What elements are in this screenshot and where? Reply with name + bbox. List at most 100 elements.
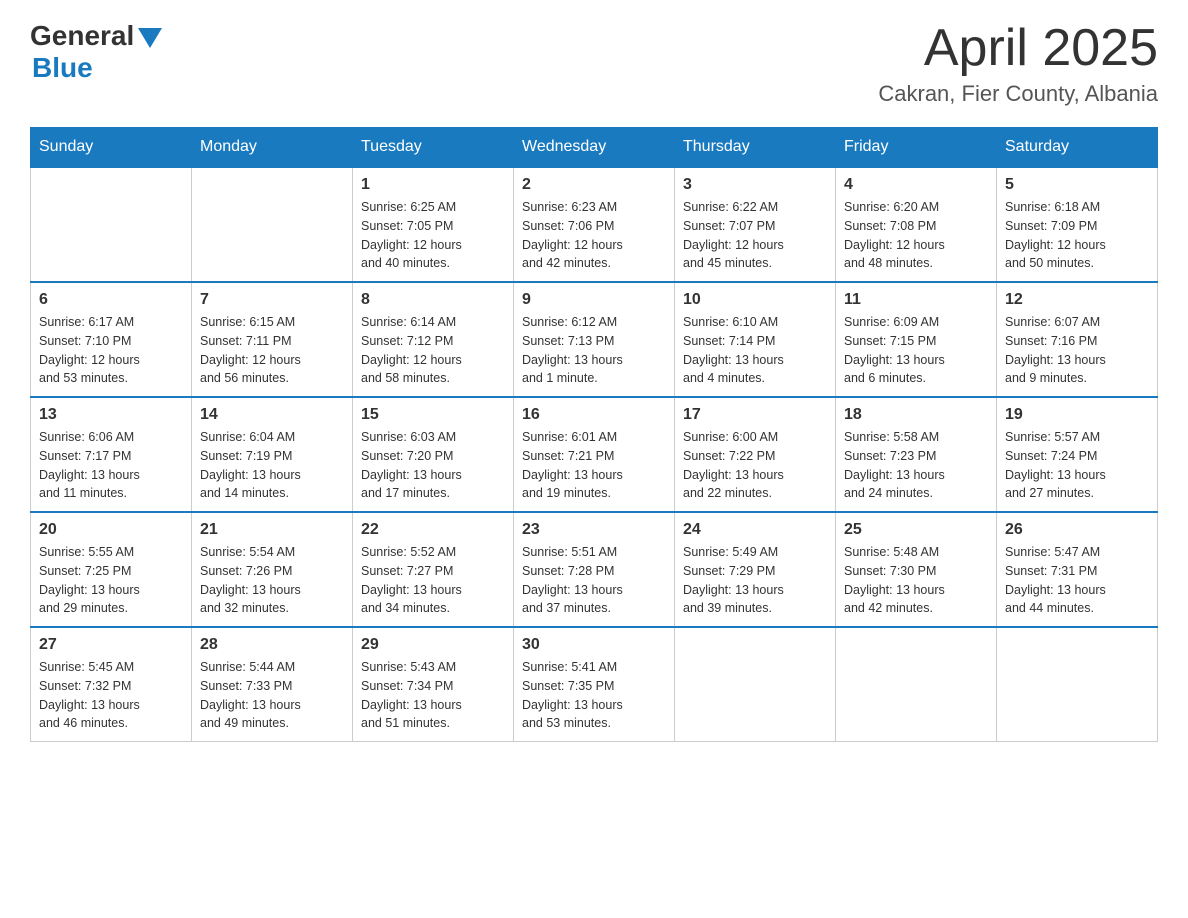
week-row-5: 27 Sunrise: 5:45 AM Sunset: 7:32 PM Dayli… bbox=[31, 627, 1158, 742]
day-number: 19 bbox=[1005, 406, 1149, 424]
day-info: Sunrise: 5:47 AM Sunset: 7:31 PM Dayligh… bbox=[1005, 543, 1149, 618]
page-header: General Blue April 2025 Cakran, Fier Cou… bbox=[30, 20, 1158, 107]
calendar-cell: 9 Sunrise: 6:12 AM Sunset: 7:13 PM Daylig… bbox=[514, 282, 675, 397]
calendar-cell bbox=[31, 167, 192, 282]
day-info: Sunrise: 6:09 AM Sunset: 7:15 PM Dayligh… bbox=[844, 313, 988, 388]
day-info: Sunrise: 6:14 AM Sunset: 7:12 PM Dayligh… bbox=[361, 313, 505, 388]
day-number: 3 bbox=[683, 176, 827, 194]
day-number: 12 bbox=[1005, 291, 1149, 309]
calendar-cell: 14 Sunrise: 6:04 AM Sunset: 7:19 PM Dayli… bbox=[192, 397, 353, 512]
day-info: Sunrise: 6:03 AM Sunset: 7:20 PM Dayligh… bbox=[361, 428, 505, 503]
calendar-cell: 13 Sunrise: 6:06 AM Sunset: 7:17 PM Dayli… bbox=[31, 397, 192, 512]
logo-triangle-icon bbox=[138, 28, 162, 48]
day-number: 25 bbox=[844, 521, 988, 539]
day-number: 15 bbox=[361, 406, 505, 424]
calendar-cell: 27 Sunrise: 5:45 AM Sunset: 7:32 PM Dayli… bbox=[31, 627, 192, 742]
day-info: Sunrise: 5:55 AM Sunset: 7:25 PM Dayligh… bbox=[39, 543, 183, 618]
day-info: Sunrise: 5:52 AM Sunset: 7:27 PM Dayligh… bbox=[361, 543, 505, 618]
day-number: 7 bbox=[200, 291, 344, 309]
column-header-monday: Monday bbox=[192, 128, 353, 168]
calendar-cell: 22 Sunrise: 5:52 AM Sunset: 7:27 PM Dayli… bbox=[353, 512, 514, 627]
day-number: 6 bbox=[39, 291, 183, 309]
calendar-cell: 26 Sunrise: 5:47 AM Sunset: 7:31 PM Dayli… bbox=[997, 512, 1158, 627]
calendar-cell: 3 Sunrise: 6:22 AM Sunset: 7:07 PM Daylig… bbox=[675, 167, 836, 282]
day-info: Sunrise: 6:18 AM Sunset: 7:09 PM Dayligh… bbox=[1005, 198, 1149, 273]
day-number: 29 bbox=[361, 636, 505, 654]
calendar-header-row: SundayMondayTuesdayWednesdayThursdayFrid… bbox=[31, 128, 1158, 168]
day-number: 16 bbox=[522, 406, 666, 424]
day-info: Sunrise: 6:01 AM Sunset: 7:21 PM Dayligh… bbox=[522, 428, 666, 503]
day-number: 11 bbox=[844, 291, 988, 309]
day-info: Sunrise: 5:51 AM Sunset: 7:28 PM Dayligh… bbox=[522, 543, 666, 618]
title-section: April 2025 Cakran, Fier County, Albania bbox=[878, 20, 1158, 107]
day-number: 9 bbox=[522, 291, 666, 309]
day-info: Sunrise: 5:44 AM Sunset: 7:33 PM Dayligh… bbox=[200, 658, 344, 733]
day-info: Sunrise: 6:25 AM Sunset: 7:05 PM Dayligh… bbox=[361, 198, 505, 273]
week-row-3: 13 Sunrise: 6:06 AM Sunset: 7:17 PM Dayli… bbox=[31, 397, 1158, 512]
calendar-cell bbox=[997, 627, 1158, 742]
day-number: 27 bbox=[39, 636, 183, 654]
day-info: Sunrise: 6:23 AM Sunset: 7:06 PM Dayligh… bbox=[522, 198, 666, 273]
day-info: Sunrise: 5:43 AM Sunset: 7:34 PM Dayligh… bbox=[361, 658, 505, 733]
day-info: Sunrise: 5:45 AM Sunset: 7:32 PM Dayligh… bbox=[39, 658, 183, 733]
calendar-cell bbox=[192, 167, 353, 282]
day-number: 17 bbox=[683, 406, 827, 424]
day-number: 1 bbox=[361, 176, 505, 194]
day-number: 18 bbox=[844, 406, 988, 424]
calendar-cell: 5 Sunrise: 6:18 AM Sunset: 7:09 PM Daylig… bbox=[997, 167, 1158, 282]
day-info: Sunrise: 6:10 AM Sunset: 7:14 PM Dayligh… bbox=[683, 313, 827, 388]
calendar-cell: 1 Sunrise: 6:25 AM Sunset: 7:05 PM Daylig… bbox=[353, 167, 514, 282]
day-number: 20 bbox=[39, 521, 183, 539]
day-number: 14 bbox=[200, 406, 344, 424]
calendar-cell: 8 Sunrise: 6:14 AM Sunset: 7:12 PM Daylig… bbox=[353, 282, 514, 397]
calendar-cell: 7 Sunrise: 6:15 AM Sunset: 7:11 PM Daylig… bbox=[192, 282, 353, 397]
calendar-cell bbox=[675, 627, 836, 742]
column-header-tuesday: Tuesday bbox=[353, 128, 514, 168]
day-info: Sunrise: 6:22 AM Sunset: 7:07 PM Dayligh… bbox=[683, 198, 827, 273]
calendar-cell: 24 Sunrise: 5:49 AM Sunset: 7:29 PM Dayli… bbox=[675, 512, 836, 627]
logo-blue-text: Blue bbox=[32, 52, 93, 84]
logo: General Blue bbox=[30, 20, 162, 84]
day-info: Sunrise: 6:15 AM Sunset: 7:11 PM Dayligh… bbox=[200, 313, 344, 388]
day-number: 22 bbox=[361, 521, 505, 539]
calendar-cell: 21Sunrise: 5:54 AM Sunset: 7:26 PM Dayli… bbox=[192, 512, 353, 627]
column-header-saturday: Saturday bbox=[997, 128, 1158, 168]
day-number: 13 bbox=[39, 406, 183, 424]
calendar-cell: 25Sunrise: 5:48 AM Sunset: 7:30 PM Dayli… bbox=[836, 512, 997, 627]
calendar-cell: 19 Sunrise: 5:57 AM Sunset: 7:24 PM Dayli… bbox=[997, 397, 1158, 512]
day-info: Sunrise: 5:49 AM Sunset: 7:29 PM Dayligh… bbox=[683, 543, 827, 618]
day-number: 24 bbox=[683, 521, 827, 539]
week-row-1: 1 Sunrise: 6:25 AM Sunset: 7:05 PM Daylig… bbox=[31, 167, 1158, 282]
calendar-cell: 20 Sunrise: 5:55 AM Sunset: 7:25 PM Dayli… bbox=[31, 512, 192, 627]
calendar-cell: 2 Sunrise: 6:23 AM Sunset: 7:06 PM Daylig… bbox=[514, 167, 675, 282]
day-number: 28 bbox=[200, 636, 344, 654]
day-info: Sunrise: 6:17 AM Sunset: 7:10 PM Dayligh… bbox=[39, 313, 183, 388]
calendar-cell: 15 Sunrise: 6:03 AM Sunset: 7:20 PM Dayli… bbox=[353, 397, 514, 512]
calendar-cell: 30Sunrise: 5:41 AM Sunset: 7:35 PM Dayli… bbox=[514, 627, 675, 742]
calendar-cell: 16 Sunrise: 6:01 AM Sunset: 7:21 PM Dayli… bbox=[514, 397, 675, 512]
day-info: Sunrise: 6:12 AM Sunset: 7:13 PM Dayligh… bbox=[522, 313, 666, 388]
day-number: 23 bbox=[522, 521, 666, 539]
column-header-sunday: Sunday bbox=[31, 128, 192, 168]
calendar-cell bbox=[836, 627, 997, 742]
day-number: 30 bbox=[522, 636, 666, 654]
location-subtitle: Cakran, Fier County, Albania bbox=[878, 81, 1158, 107]
day-info: Sunrise: 6:04 AM Sunset: 7:19 PM Dayligh… bbox=[200, 428, 344, 503]
logo-general-text: General bbox=[30, 20, 134, 52]
day-number: 26 bbox=[1005, 521, 1149, 539]
month-title: April 2025 bbox=[878, 20, 1158, 77]
day-number: 5 bbox=[1005, 176, 1149, 194]
calendar-cell: 18 Sunrise: 5:58 AM Sunset: 7:23 PM Dayli… bbox=[836, 397, 997, 512]
day-number: 8 bbox=[361, 291, 505, 309]
day-number: 2 bbox=[522, 176, 666, 194]
calendar-cell: 11 Sunrise: 6:09 AM Sunset: 7:15 PM Dayli… bbox=[836, 282, 997, 397]
calendar-cell: 29 Sunrise: 5:43 AM Sunset: 7:34 PM Dayli… bbox=[353, 627, 514, 742]
column-header-friday: Friday bbox=[836, 128, 997, 168]
day-info: Sunrise: 6:06 AM Sunset: 7:17 PM Dayligh… bbox=[39, 428, 183, 503]
day-info: Sunrise: 6:00 AM Sunset: 7:22 PM Dayligh… bbox=[683, 428, 827, 503]
calendar-cell: 12Sunrise: 6:07 AM Sunset: 7:16 PM Dayli… bbox=[997, 282, 1158, 397]
day-number: 4 bbox=[844, 176, 988, 194]
day-info: Sunrise: 5:57 AM Sunset: 7:24 PM Dayligh… bbox=[1005, 428, 1149, 503]
day-info: Sunrise: 5:58 AM Sunset: 7:23 PM Dayligh… bbox=[844, 428, 988, 503]
day-info: Sunrise: 5:54 AM Sunset: 7:26 PM Dayligh… bbox=[200, 543, 344, 618]
